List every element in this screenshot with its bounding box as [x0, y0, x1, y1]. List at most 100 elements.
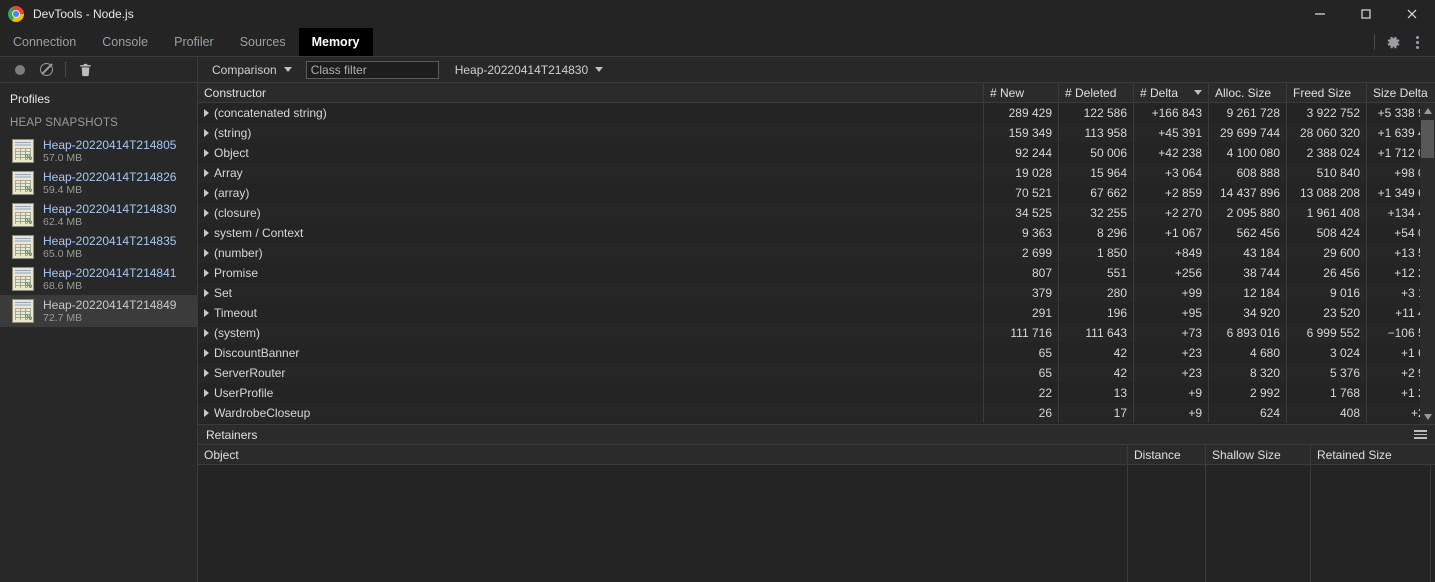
vertical-scrollbar[interactable]: [1420, 103, 1435, 424]
expand-triangle-icon[interactable]: [204, 109, 209, 117]
snapshot-item[interactable]: % Heap-20220414T214826 59.4 MB: [0, 167, 197, 199]
cell-alloc-size: 9 261 728: [1209, 103, 1287, 123]
column-header-size-delta[interactable]: Size Delta: [1367, 83, 1435, 102]
table-row[interactable]: UserProfile 22 13 +9 2 992 1 768 +1 224: [198, 383, 1435, 403]
table-row[interactable]: Timeout 291 196 +95 34 920 23 520 +11 400: [198, 303, 1435, 323]
snapshot-item[interactable]: % Heap-20220414T214805 57.0 MB: [0, 135, 197, 167]
cell-constructor[interactable]: (array): [198, 183, 984, 203]
cell-constructor[interactable]: (string): [198, 123, 984, 143]
trash-icon[interactable]: [73, 59, 97, 81]
column-header-distance[interactable]: Distance: [1128, 445, 1206, 464]
expand-triangle-icon[interactable]: [204, 349, 209, 357]
minimize-button[interactable]: [1297, 0, 1343, 28]
column-header-delta[interactable]: # Delta: [1134, 83, 1209, 102]
table-row[interactable]: WardrobeCloseup2617+9624408+216: [198, 403, 1435, 423]
close-button[interactable]: [1389, 0, 1435, 28]
table-row[interactable]: (array) 70 521 67 662 +2 859 14 437 896 13 08…: [198, 183, 1435, 203]
table-row[interactable]: (number) 2 699 1 850 +849 43 184 29 600 +13 58…: [198, 243, 1435, 263]
view-mode-select[interactable]: Comparison: [208, 63, 296, 77]
baseline-snapshot-select[interactable]: Heap-20220414T214830: [451, 63, 607, 77]
scroll-down-arrow-icon[interactable]: [1420, 409, 1435, 424]
column-header-new[interactable]: # New: [984, 83, 1059, 102]
cell-constructor[interactable]: (closure): [198, 203, 984, 223]
scroll-up-arrow-icon[interactable]: [1420, 103, 1435, 118]
cell-delta: +849: [1134, 243, 1209, 263]
expand-triangle-icon[interactable]: [204, 289, 209, 297]
expand-triangle-icon[interactable]: [204, 229, 209, 237]
cell-deleted: 8 296: [1059, 223, 1134, 243]
constructor-name: Set: [214, 286, 233, 300]
cell-delta: +45 391: [1134, 123, 1209, 143]
cell-constructor[interactable]: Array: [198, 163, 984, 183]
table-row[interactable]: (closure) 34 525 32 255 +2 270 2 095 880 1 96…: [198, 203, 1435, 223]
cell-freed-size: 510 840: [1287, 163, 1367, 183]
column-header-deleted[interactable]: # Deleted: [1059, 83, 1134, 102]
cell-constructor[interactable]: Object: [198, 143, 984, 163]
cell-alloc-size: 8 320: [1209, 363, 1287, 383]
column-header-object[interactable]: Object: [198, 445, 1128, 464]
class-filter-input[interactable]: [305, 60, 439, 79]
tab-memory[interactable]: Memory: [298, 28, 373, 56]
column-header-constructor[interactable]: Constructor: [198, 83, 984, 102]
expand-triangle-icon[interactable]: [204, 369, 209, 377]
cell-delta: +99: [1134, 283, 1209, 303]
table-row[interactable]: ServerRouter 65 42 +23 8 320 5 376 +2 944: [198, 363, 1435, 383]
table-row[interactable]: Array 19 028 15 964 +3 064 608 888 510 840 +98…: [198, 163, 1435, 183]
retainers-rows: [198, 465, 1435, 582]
snapshot-item[interactable]: % Heap-20220414T214830 62.4 MB: [0, 199, 197, 231]
cell-constructor[interactable]: Set: [198, 283, 984, 303]
tab-profiler[interactable]: Profiler: [161, 28, 227, 56]
table-row[interactable]: Set 379 280 +99 12 184 9 016 +3 168: [198, 283, 1435, 303]
snapshot-item[interactable]: % Heap-20220414T214835 65.0 MB: [0, 231, 197, 263]
expand-triangle-icon[interactable]: [204, 409, 209, 417]
tab-console[interactable]: Console: [89, 28, 161, 56]
cell-constructor[interactable]: UserProfile: [198, 383, 984, 403]
cell-alloc-size: 2 992: [1209, 383, 1287, 403]
snapshot-item[interactable]: % Heap-20220414T214849 72.7 MB: [0, 295, 197, 327]
tab-connection[interactable]: Connection: [0, 28, 89, 56]
expand-triangle-icon[interactable]: [204, 309, 209, 317]
cell-constructor[interactable]: DiscountBanner: [198, 343, 984, 363]
table-row[interactable]: (system) 111 716 111 643 +73 6 893 016 6 999 …: [198, 323, 1435, 343]
expand-triangle-icon[interactable]: [204, 329, 209, 337]
expand-triangle-icon[interactable]: [204, 389, 209, 397]
column-header-freed-size[interactable]: Freed Size: [1287, 83, 1367, 102]
cell-deleted: 113 958: [1059, 123, 1134, 143]
table-row[interactable]: system / Context 9 363 8 296 +1 067 562 456 5…: [198, 223, 1435, 243]
scrollbar-thumb[interactable]: [1421, 120, 1434, 158]
expand-triangle-icon[interactable]: [204, 269, 209, 277]
expand-triangle-icon[interactable]: [204, 189, 209, 197]
constructor-name: Array: [214, 166, 243, 180]
tab-sources[interactable]: Sources: [227, 28, 299, 56]
snapshot-item[interactable]: % Heap-20220414T214841 68.6 MB: [0, 263, 197, 295]
table-row[interactable]: Object 92 244 50 006 +42 238 4 100 080 2 388 …: [198, 143, 1435, 163]
expand-triangle-icon[interactable]: [204, 169, 209, 177]
cell-constructor[interactable]: Promise: [198, 263, 984, 283]
gear-icon[interactable]: [1381, 30, 1405, 54]
maximize-button[interactable]: [1343, 0, 1389, 28]
cell-constructor[interactable]: ServerRouter: [198, 363, 984, 383]
snapshot-name: Heap-20220414T214826: [43, 169, 177, 184]
table-row[interactable]: DiscountBanner 65 42 +23 4 680 3 024 +1 656: [198, 343, 1435, 363]
cell-constructor[interactable]: (number): [198, 243, 984, 263]
more-vertical-icon[interactable]: [1405, 30, 1429, 54]
expand-triangle-icon[interactable]: [204, 129, 209, 137]
cell-constructor[interactable]: WardrobeCloseup: [198, 403, 984, 423]
table-row[interactable]: (string) 159 349 113 958 +45 391 29 699 744 2…: [198, 123, 1435, 143]
record-circle-icon[interactable]: [8, 59, 32, 81]
cell-constructor[interactable]: (concatenated string): [198, 103, 984, 123]
cell-constructor[interactable]: (system): [198, 323, 984, 343]
clear-prohibited-icon[interactable]: [34, 59, 58, 81]
table-row[interactable]: Promise 807 551 +256 38 744 26 456 +12 288: [198, 263, 1435, 283]
cell-constructor[interactable]: Timeout: [198, 303, 984, 323]
expand-triangle-icon[interactable]: [204, 249, 209, 257]
expand-triangle-icon[interactable]: [204, 149, 209, 157]
hamburger-menu-icon[interactable]: [1414, 430, 1427, 439]
column-header-alloc-size[interactable]: Alloc. Size: [1209, 83, 1287, 102]
table-row[interactable]: (concatenated string) 289 429 122 586 +166 …: [198, 103, 1435, 123]
column-header-retained-size[interactable]: Retained Size: [1311, 445, 1431, 464]
expand-triangle-icon[interactable]: [204, 209, 209, 217]
scrollbar-track[interactable]: [1420, 118, 1435, 409]
column-header-shallow-size[interactable]: Shallow Size: [1206, 445, 1311, 464]
cell-constructor[interactable]: system / Context: [198, 223, 984, 243]
